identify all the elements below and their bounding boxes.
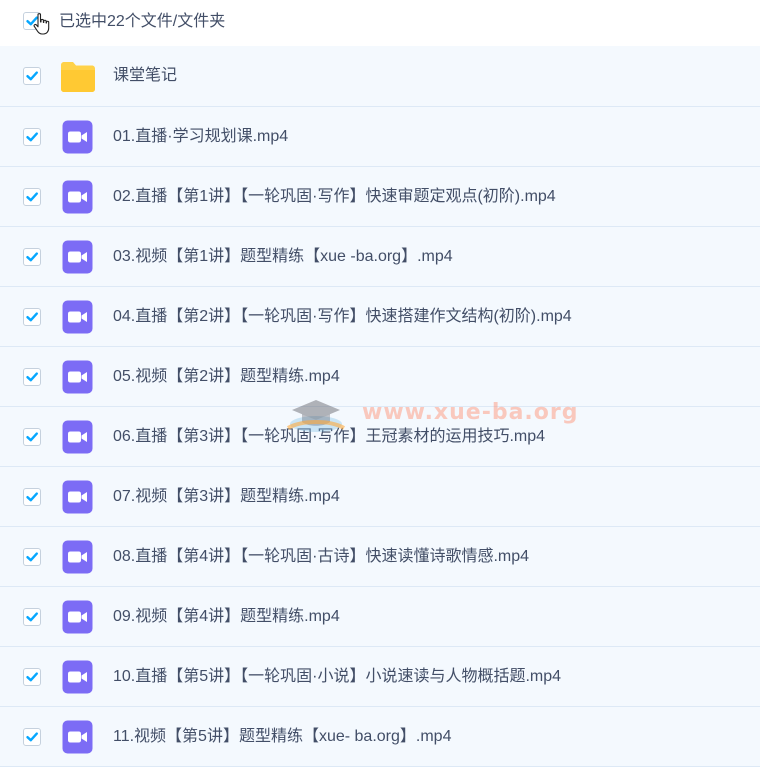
file-row[interactable]: 01.直播·学习规划课.mp4: [0, 107, 760, 167]
file-checkbox[interactable]: [23, 188, 41, 206]
check-icon: [26, 612, 38, 622]
file-name[interactable]: 课堂笔记: [113, 66, 177, 86]
video-file-icon: [62, 720, 93, 754]
check-icon: [26, 132, 38, 142]
file-row[interactable]: 03.视频【第1讲】题型精练【xue -ba.org】.mp4: [0, 227, 760, 287]
video-file-icon: [62, 120, 93, 154]
file-name[interactable]: 06.直播【第3讲】【一轮巩固·写作】王冠素材的运用技巧.mp4: [113, 427, 545, 447]
file-checkbox[interactable]: [23, 548, 41, 566]
video-file-icon: [62, 360, 93, 394]
file-name[interactable]: 05.视频【第2讲】题型精练.mp4: [113, 367, 340, 387]
file-row[interactable]: 05.视频【第2讲】题型精练.mp4: [0, 347, 760, 407]
video-file-icon: [62, 480, 93, 514]
check-icon: [26, 372, 38, 382]
file-list: 课堂笔记 01.直播·学习规划课.mp4 02.直播【第1讲】【一轮巩固·写作】…: [0, 46, 760, 767]
file-name[interactable]: 02.直播【第1讲】【一轮巩固·写作】快速审题定观点(初阶).mp4: [113, 187, 556, 207]
file-checkbox[interactable]: [23, 728, 41, 746]
check-icon: [26, 732, 38, 742]
check-icon: [26, 312, 38, 322]
selection-header: 已选中22个文件/文件夹: [0, 0, 760, 46]
file-row[interactable]: 09.视频【第4讲】题型精练.mp4: [0, 587, 760, 647]
video-file-icon: [62, 180, 93, 214]
file-row[interactable]: 07.视频【第3讲】题型精练.mp4: [0, 467, 760, 527]
file-row[interactable]: 04.直播【第2讲】【一轮巩固·写作】快速搭建作文结构(初阶).mp4: [0, 287, 760, 347]
file-row[interactable]: 02.直播【第1讲】【一轮巩固·写作】快速审题定观点(初阶).mp4: [0, 167, 760, 227]
file-checkbox[interactable]: [23, 608, 41, 626]
hand-cursor-icon: [33, 13, 50, 35]
video-file-icon: [62, 420, 93, 454]
file-row[interactable]: 08.直播【第4讲】【一轮巩固·古诗】快速读懂诗歌情感.mp4: [0, 527, 760, 587]
file-row[interactable]: 06.直播【第3讲】【一轮巩固·写作】王冠素材的运用技巧.mp4: [0, 407, 760, 467]
video-file-icon: [62, 300, 93, 334]
check-icon: [26, 192, 38, 202]
selection-count-label: 已选中22个文件/文件夹: [59, 13, 226, 30]
file-name[interactable]: 08.直播【第4讲】【一轮巩固·古诗】快速读懂诗歌情感.mp4: [113, 547, 529, 567]
file-name[interactable]: 09.视频【第4讲】题型精练.mp4: [113, 607, 340, 627]
check-icon: [26, 672, 38, 682]
file-checkbox[interactable]: [23, 308, 41, 326]
video-file-icon: [62, 660, 93, 694]
file-name[interactable]: 04.直播【第2讲】【一轮巩固·写作】快速搭建作文结构(初阶).mp4: [113, 307, 572, 327]
video-file-icon: [62, 240, 93, 274]
file-checkbox[interactable]: [23, 248, 41, 266]
file-name[interactable]: 07.视频【第3讲】题型精练.mp4: [113, 487, 340, 507]
file-name[interactable]: 10.直播【第5讲】【一轮巩固·小说】小说速读与人物概括题.mp4: [113, 667, 561, 687]
video-file-icon: [62, 600, 93, 634]
folder-icon: [61, 62, 95, 92]
file-checkbox[interactable]: [23, 128, 41, 146]
file-checkbox[interactable]: [23, 488, 41, 506]
file-row[interactable]: 课堂笔记: [0, 46, 760, 107]
file-checkbox[interactable]: [23, 428, 41, 446]
check-icon: [26, 432, 38, 442]
file-name[interactable]: 01.直播·学习规划课.mp4: [113, 127, 288, 147]
file-checkbox[interactable]: [23, 668, 41, 686]
file-name[interactable]: 03.视频【第1讲】题型精练【xue -ba.org】.mp4: [113, 247, 453, 267]
file-checkbox[interactable]: [23, 67, 41, 85]
file-checkbox[interactable]: [23, 368, 41, 386]
video-file-icon: [62, 540, 93, 574]
check-icon: [26, 71, 38, 81]
file-row[interactable]: 11.视频【第5讲】题型精练【xue- ba.org】.mp4: [0, 707, 760, 767]
file-row[interactable]: 10.直播【第5讲】【一轮巩固·小说】小说速读与人物概括题.mp4: [0, 647, 760, 707]
check-icon: [26, 252, 38, 262]
file-name[interactable]: 11.视频【第5讲】题型精练【xue- ba.org】.mp4: [113, 727, 451, 747]
check-icon: [26, 492, 38, 502]
check-icon: [26, 552, 38, 562]
